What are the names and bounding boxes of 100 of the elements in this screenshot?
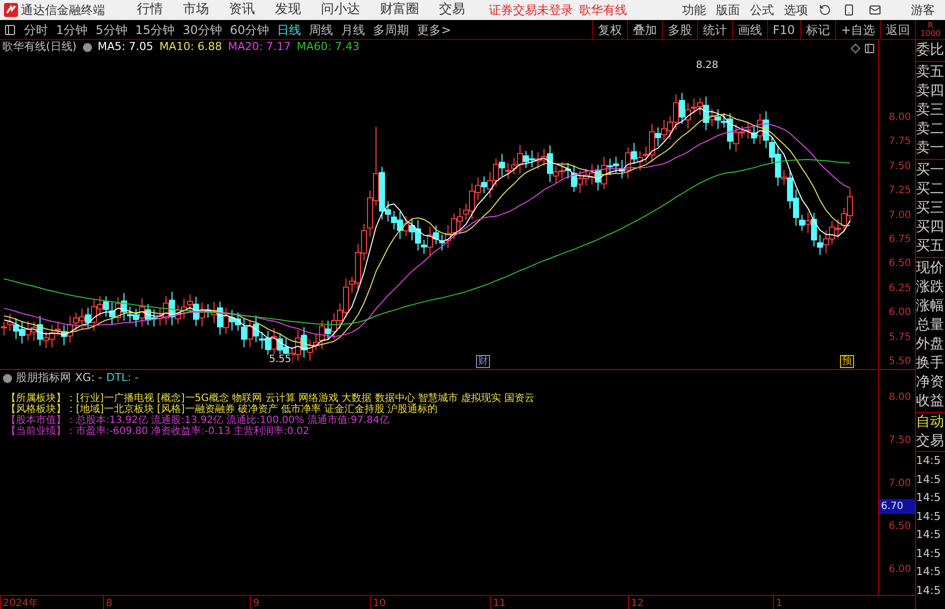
menu-item[interactable]: 行情 (127, 0, 173, 20)
quote-field-label: 卖四 (916, 82, 945, 101)
period-tab[interactable]: 30分钟 (178, 20, 226, 38)
menu-item[interactable]: 发现 (265, 0, 311, 20)
toolbar-button[interactable]: 统计 (696, 20, 732, 39)
ma-value: MA5: 7.05 (98, 38, 154, 55)
menu-item[interactable]: 资讯 (219, 0, 265, 20)
period-tab[interactable]: 多周期 (369, 20, 414, 38)
date-label: 10 (370, 596, 386, 609)
current-price-tag: 6.70 (879, 499, 915, 514)
info-label: 【当前业绩】： (6, 426, 76, 437)
axis-label: 6.50 (888, 257, 911, 272)
toolbar-button[interactable]: 叠加 (626, 20, 662, 39)
tool-menu-item[interactable]: 公式 (745, 1, 779, 19)
menu-item[interactable]: 问小达 (311, 0, 370, 20)
tool-menu-item[interactable]: 版面 (711, 1, 745, 19)
ma-value: MA10: 6.88 (159, 38, 222, 55)
user-label[interactable]: 游客 (911, 1, 935, 19)
quote-field-label: 涨跌 (916, 278, 945, 297)
panel-toggle-icon[interactable] (864, 43, 875, 54)
trade-time: 14:5 (916, 527, 942, 543)
ma-value: MA60: 7.43 (296, 38, 360, 55)
info-label: 【股本市值】： (6, 415, 76, 426)
info-value: 市盈率:-609.80 净资收益率:-0.13 主营利润率:0.02 (76, 426, 310, 437)
tool-menu-item[interactable]: 功能 (677, 1, 711, 19)
trade-label: 交易 (916, 432, 945, 452)
menu-item[interactable]: 财富圈 (370, 0, 429, 20)
toolbar-button[interactable]: 复权 (592, 20, 627, 39)
axis-label: 6.25 (888, 282, 911, 296)
trade-time: 14:5 (916, 490, 942, 506)
axis-label: 5.75 (888, 330, 911, 345)
quote-field-label: 卖五 (916, 63, 945, 82)
quote-field-label: 卖三 (916, 101, 945, 120)
period-tab[interactable]: 5分钟 (92, 20, 132, 38)
quote-field-label: 换手 (916, 354, 945, 373)
info-label: 【风格板块】： (6, 404, 76, 415)
quote-field-label: 涨幅 (916, 297, 945, 316)
date-label: 8 (103, 596, 112, 609)
quote-field-label: 净资 (916, 373, 945, 392)
axis-label: 7.50 (888, 160, 911, 174)
quote-field-label: 买五 (916, 237, 945, 256)
trade-time: 14:5 (916, 564, 942, 580)
info-value: 总股本:13.92亿 流通股:13.92亿 流通比:100.00% 流通市值:97.84亿 (76, 415, 390, 426)
trade-time: 14:5 (916, 508, 942, 524)
quote-field-label: 买四 (916, 218, 945, 237)
refresh-icon[interactable] (819, 4, 831, 16)
phone-icon[interactable] (843, 4, 855, 16)
menu-item[interactable]: 交易 (429, 0, 475, 20)
period-tab[interactable]: 1分钟 (52, 20, 92, 38)
period-tab[interactable]: 日线 (273, 20, 306, 38)
indicator-value: DTL: - (106, 370, 139, 386)
quote-field-label: 卖二 (916, 120, 945, 139)
axis-label: 6.00 (888, 306, 911, 320)
toolbar-button[interactable]: F10 (766, 20, 800, 39)
info-value: [地域]一北京板块 [风格]一融资融券 破净资产 低市净率 证金汇金持股 沪股通标的 (76, 404, 438, 415)
axis-label: 8.00 (888, 391, 911, 405)
quote-field-label: 买一 (916, 161, 945, 180)
badge-number: 1000 (920, 30, 941, 38)
quote-field-label: 委比 (916, 41, 945, 60)
low-price-label: 5.55 (268, 354, 292, 365)
date-label: 2024年 (0, 596, 38, 609)
axis-label: 6.75 (888, 233, 911, 247)
toolbar-button[interactable]: +自选 (834, 20, 880, 39)
period-tab[interactable]: 更多> (413, 20, 456, 38)
mail-icon[interactable] (869, 4, 881, 16)
tool-menu-item[interactable]: 选项 (779, 1, 813, 19)
app-title: 通达信金融终端 (21, 2, 105, 19)
trade-time: 14:5 (916, 453, 942, 469)
trade-time: 14:5 (916, 582, 942, 598)
date-label: 9 (250, 596, 260, 609)
axis-label: 7.75 (888, 135, 911, 150)
event-marker[interactable]: 财 (476, 355, 490, 368)
login-status[interactable]: 证券交易未登录 (489, 1, 573, 19)
auto-mode-label[interactable]: 自动 (916, 413, 945, 432)
panel-toggle-icon[interactable] (4, 24, 16, 36)
period-tab[interactable]: 分时 (20, 20, 52, 38)
toolbar-button[interactable]: 画线 (732, 20, 767, 39)
quote-field-label: 买二 (916, 180, 945, 199)
quote-field-label: 收益 (916, 392, 945, 411)
indicator-title: 股朋指标网 (16, 370, 71, 386)
toolbar-button[interactable]: 返回 (880, 20, 915, 39)
quote-field-label: 买三 (916, 199, 945, 218)
period-tab[interactable]: 月线 (337, 20, 370, 38)
period-tab[interactable]: 15分钟 (131, 20, 179, 38)
menu-item[interactable]: 市场 (173, 0, 219, 20)
high-price-label: 8.28 (696, 59, 718, 73)
date-label: 1 (773, 596, 782, 609)
date-label: 12 (628, 596, 644, 609)
toolbar-button[interactable]: 多股 (662, 20, 697, 39)
axis-label: 8.00 (888, 111, 911, 125)
date-label: 11 (490, 596, 506, 609)
trade-time: 14:5 (916, 472, 942, 488)
event-marker[interactable]: 预 (840, 355, 854, 368)
period-tab[interactable]: 60分钟 (226, 20, 274, 38)
axis-label: 6.50 (888, 520, 911, 534)
toolbar-button[interactable]: 标记 (800, 20, 835, 39)
stock-name[interactable]: 歌华有线 (579, 1, 627, 19)
axis-label: 7.00 (888, 208, 911, 223)
axis-label: 7.50 (888, 434, 911, 448)
period-tab[interactable]: 周线 (305, 20, 338, 38)
